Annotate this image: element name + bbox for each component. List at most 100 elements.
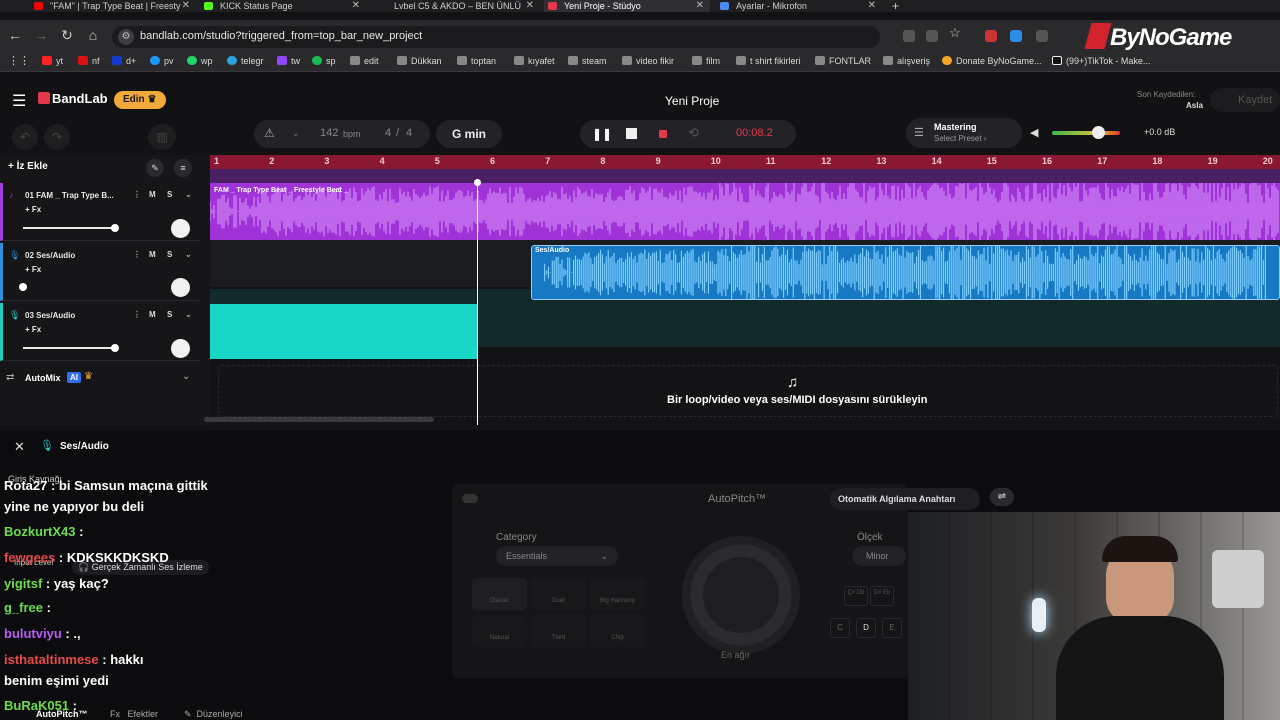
- panel-settings-icon[interactable]: ⇌: [990, 488, 1014, 506]
- solo-button[interactable]: S: [167, 190, 172, 199]
- bookmark-folder[interactable]: alışveriş: [883, 56, 930, 66]
- master-volume-slider[interactable]: [1052, 131, 1120, 135]
- volume-handle[interactable]: [1092, 126, 1105, 139]
- slider-handle[interactable]: [111, 224, 119, 232]
- automix-row[interactable]: ⇄ AutoMix AI ♛ ⌄: [0, 367, 200, 391]
- bookmark-folder[interactable]: Dükkan: [397, 56, 442, 66]
- bookmark[interactable]: d+: [112, 56, 136, 66]
- metronome-icon[interactable]: ⚠: [264, 126, 275, 140]
- tab-settings[interactable]: Ayarlar - Mikrofon ✕: [716, 0, 882, 12]
- bookmark-folder[interactable]: film: [692, 56, 720, 66]
- home-icon[interactable]: ⌂: [84, 27, 102, 43]
- pen-icon[interactable]: ✎: [146, 159, 164, 177]
- settings-icon[interactable]: ≡: [174, 159, 192, 177]
- bookmark[interactable]: wp: [187, 56, 213, 66]
- bookmark-folder[interactable]: t shirt fikirleri: [736, 56, 801, 66]
- chat-username[interactable]: Rota27: [4, 478, 47, 493]
- bpm-value[interactable]: 142: [320, 127, 338, 139]
- close-tab-icon[interactable]: ✕: [352, 0, 360, 12]
- chevron-down-icon[interactable]: ⌄: [185, 310, 192, 319]
- timeline-ruler[interactable]: 1 2 3 4 5 6 7 8 9 10 11 12 13 14 15 16 17 18 19 20: [210, 155, 1280, 169]
- time-signature-denominator[interactable]: 4: [406, 127, 412, 139]
- bookmark-folder[interactable]: toptan: [457, 56, 496, 66]
- key-button-c[interactable]: C: [830, 618, 850, 638]
- tab-editor[interactable]: ✎ Düzenleyici: [184, 709, 243, 720]
- preset-button-duet[interactable]: Duet: [531, 578, 586, 610]
- tab-bandlab[interactable]: Yeni Proje - Stüdyo ✕: [544, 0, 710, 12]
- new-tab-button[interactable]: +: [888, 0, 904, 12]
- record-icon[interactable]: [659, 130, 667, 138]
- project-title[interactable]: Yeni Proje: [665, 94, 719, 108]
- track-name[interactable]: 03 Ses/Audio: [25, 311, 75, 320]
- apps-icon[interactable]: ⋮⋮: [8, 54, 30, 67]
- preset-button-big-harmony[interactable]: Big Harmony: [590, 578, 645, 610]
- pan-knob[interactable]: [171, 278, 190, 297]
- horizontal-scrollbar[interactable]: [204, 417, 434, 422]
- more-icon[interactable]: ⋮: [133, 190, 141, 199]
- upgrade-button[interactable]: Edin ♛: [114, 91, 166, 109]
- pause-icon[interactable]: ❚❚: [592, 127, 612, 141]
- solo-button[interactable]: S: [167, 250, 172, 259]
- mute-button[interactable]: M: [149, 190, 156, 199]
- tab-youtube[interactable]: "FAM" | Trap Type Beat | Freesty ✕: [30, 0, 196, 12]
- chat-username[interactable]: isthataltinmese: [4, 652, 99, 667]
- mute-button[interactable]: M: [149, 310, 156, 319]
- undo-button[interactable]: ↶: [12, 124, 38, 150]
- close-tab-icon[interactable]: ✕: [868, 0, 876, 12]
- track-header-3[interactable]: 🎙 03 Ses/Audio + Fx ⋮ M S ⌄: [0, 303, 200, 361]
- bookmark[interactable]: sp: [312, 56, 336, 66]
- star-icon[interactable]: ☆: [946, 25, 964, 41]
- close-tab-icon[interactable]: ✕: [182, 0, 190, 12]
- redo-button[interactable]: ↷: [44, 124, 70, 150]
- scale-dropdown[interactable]: Minor: [852, 546, 906, 566]
- bookmark-folder[interactable]: kıyafet: [514, 56, 555, 66]
- url-field[interactable]: ⚙ bandlab.com/studio?triggered_from=top_…: [112, 26, 880, 48]
- chat-username[interactable]: fewgees: [4, 550, 55, 565]
- mixer-icon[interactable]: ▥: [148, 124, 176, 150]
- mute-button[interactable]: M: [149, 250, 156, 259]
- extension-icon[interactable]: [1010, 30, 1022, 42]
- bookmark-folder[interactable]: video fikir: [622, 56, 674, 66]
- bookmark-folder[interactable]: FONTLAR: [815, 56, 871, 66]
- bookmark[interactable]: telegr: [227, 56, 264, 66]
- audio-clip-1[interactable]: FAM _ Trap Type Beat _ Freestyle Beat _: [210, 183, 1280, 240]
- preset-button-natural[interactable]: Natural: [472, 615, 527, 647]
- extension-icon[interactable]: [985, 30, 997, 42]
- autopitch-toggle[interactable]: [462, 494, 478, 503]
- playhead[interactable]: [477, 181, 478, 425]
- more-icon[interactable]: ⋮: [133, 310, 141, 319]
- reload-icon[interactable]: ↻: [58, 27, 76, 44]
- chevron-down-icon[interactable]: ⌄: [185, 190, 192, 199]
- tab-autopitch[interactable]: AutoPitch™: [36, 709, 88, 719]
- auto-detect-key-button[interactable]: Otomatik Algılama Anahtarı: [830, 488, 980, 510]
- add-fx-button[interactable]: + Fx: [25, 325, 41, 334]
- back-icon[interactable]: ←: [6, 27, 24, 43]
- site-info-icon[interactable]: ⚙: [118, 29, 134, 45]
- track-name[interactable]: 02 Ses/Audio: [25, 251, 75, 260]
- category-dropdown[interactable]: Essentials ⌄: [496, 546, 618, 566]
- pan-knob[interactable]: [171, 339, 190, 358]
- bookmark[interactable]: nf: [78, 56, 100, 66]
- track-header-1[interactable]: ♪ 01 FAM _ Trap Type B... + Fx ⋮ M S ⌄: [0, 183, 200, 241]
- chevron-down-icon[interactable]: ⌄: [292, 128, 300, 139]
- track-volume-slider[interactable]: [23, 227, 115, 229]
- tab-effects[interactable]: Fx Efektler: [110, 709, 158, 719]
- bookmark[interactable]: tw: [277, 56, 300, 66]
- cast-icon[interactable]: [926, 30, 938, 42]
- chevron-down-icon[interactable]: ⌄: [182, 371, 190, 382]
- loop-icon[interactable]: ⟲: [688, 125, 699, 141]
- bookmark[interactable]: Donate ByNoGame...: [942, 56, 1042, 66]
- audio-clip-2[interactable]: Ses/Audio: [531, 245, 1280, 300]
- tab-lvbel[interactable]: Lvbel C5 & AKDO – BEN ÜNLÜ ✕: [374, 0, 540, 12]
- add-track-button[interactable]: + İz Ekle: [8, 161, 48, 172]
- close-tab-icon[interactable]: ✕: [696, 0, 704, 12]
- add-fx-button[interactable]: + Fx: [25, 205, 41, 214]
- preset-button-third[interactable]: Third: [531, 615, 586, 647]
- solo-button[interactable]: S: [167, 310, 172, 319]
- recording-clip-3[interactable]: [210, 304, 478, 359]
- close-panel-icon[interactable]: ✕: [14, 439, 25, 455]
- bookmark[interactable]: (99+)TikTok - Make...: [1052, 56, 1150, 66]
- close-tab-icon[interactable]: ✕: [526, 0, 534, 12]
- bookmark-folder[interactable]: steam: [568, 56, 607, 66]
- chat-username[interactable]: bulutviyu: [4, 626, 62, 641]
